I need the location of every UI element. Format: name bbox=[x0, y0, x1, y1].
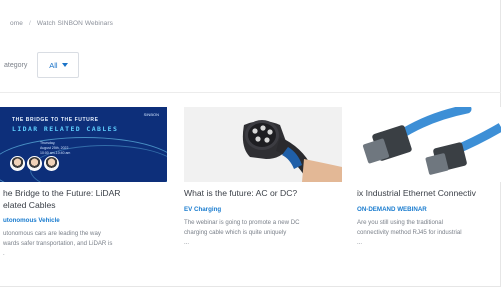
webinar-category-tag[interactable]: ON-DEMAND WEBINAR bbox=[357, 206, 501, 213]
thumbnail-headline: THE BRIDGE TO THE FUTURE bbox=[12, 117, 99, 123]
thumbnail-subheadline: LIDAR RELATED CABLES bbox=[12, 125, 119, 133]
description-line: ... bbox=[184, 238, 190, 246]
caret-down-icon bbox=[61, 63, 68, 67]
brand-logo: SINBON bbox=[143, 112, 159, 117]
description-line: Are you still using the traditional bbox=[357, 218, 444, 226]
title-line: he Bridge to the Future: LiDAR bbox=[3, 188, 121, 198]
ev-charger-plug-image bbox=[242, 120, 342, 182]
webinar-description: Are you still using the traditional conn… bbox=[357, 218, 501, 248]
webinar-description: The webinar is going to promote a new DC… bbox=[184, 218, 346, 248]
category-label: ategory bbox=[4, 61, 28, 69]
description-line: utonomous cars are leading the way bbox=[3, 230, 101, 237]
webinar-title[interactable]: he Bridge to the Future: LiDAR elated Ca… bbox=[3, 188, 170, 211]
webinar-thumbnail-lidar[interactable]: SINBON THE BRIDGE TO THE FUTURE LIDAR RE… bbox=[0, 107, 167, 182]
divider bbox=[0, 92, 501, 93]
webinar-title[interactable]: ix Industrial Ethernet Connectiv bbox=[357, 188, 501, 200]
title-line: ix Industrial Ethernet Connectiv bbox=[357, 188, 476, 198]
webinar-listing-panel: ome / Watch SINBON Webinars ategory All SI… bbox=[0, 0, 501, 287]
thumbnail-event-details: Thursday, August 25th, 2022 10:00 am-10:… bbox=[40, 141, 70, 156]
webinar-card-industrial-ethernet[interactable]: ix Industrial Ethernet Connectiv ON-DEMA… bbox=[357, 107, 501, 248]
webinar-card-ev-charging[interactable]: What is the future: AC or DC? EV Chargin… bbox=[184, 107, 346, 248]
ethernet-connector-image bbox=[362, 107, 501, 175]
title-line: elated Cables bbox=[3, 199, 56, 210]
event-time: 10:00 am-10:40 am bbox=[40, 151, 71, 155]
webinar-card-lidar[interactable]: SINBON THE BRIDGE TO THE FUTURE LIDAR RE… bbox=[0, 107, 170, 259]
description-line: connectivity method RJ45 for industrial bbox=[357, 228, 462, 236]
description-line: ... bbox=[357, 238, 363, 246]
speaker-avatar bbox=[10, 156, 25, 171]
breadcrumb-home-link[interactable]: ome bbox=[10, 20, 23, 27]
webinar-description: utonomous cars are leading the way wards… bbox=[3, 229, 170, 259]
speaker-avatar bbox=[27, 156, 42, 171]
speaker-avatar bbox=[44, 156, 59, 171]
description-line: wards safer transportation, and LiDAR is bbox=[3, 240, 113, 247]
description-line: charging cable which is quite uniquely bbox=[184, 228, 287, 236]
webinar-thumbnail-industrial-ethernet[interactable] bbox=[357, 107, 501, 182]
title-line: What is the future: AC or DC? bbox=[184, 188, 298, 198]
webinar-category-tag[interactable]: utonomous Vehicle bbox=[3, 217, 170, 224]
webinar-category-tag[interactable]: EV Charging bbox=[184, 206, 346, 213]
breadcrumb-current: Watch SINBON Webinars bbox=[36, 20, 114, 27]
category-selected-value: All bbox=[49, 60, 58, 70]
description-line: The webinar is going to promote a new DC bbox=[184, 218, 300, 226]
description-line: . bbox=[3, 250, 5, 257]
breadcrumb: ome / Watch SINBON Webinars bbox=[10, 20, 113, 27]
category-dropdown[interactable]: All bbox=[37, 52, 80, 78]
webinar-title[interactable]: What is the future: AC or DC? bbox=[184, 188, 346, 200]
breadcrumb-separator: / bbox=[28, 20, 31, 27]
category-filter: ategory All bbox=[4, 52, 80, 78]
webinar-thumbnail-ev-charging[interactable] bbox=[184, 107, 342, 182]
